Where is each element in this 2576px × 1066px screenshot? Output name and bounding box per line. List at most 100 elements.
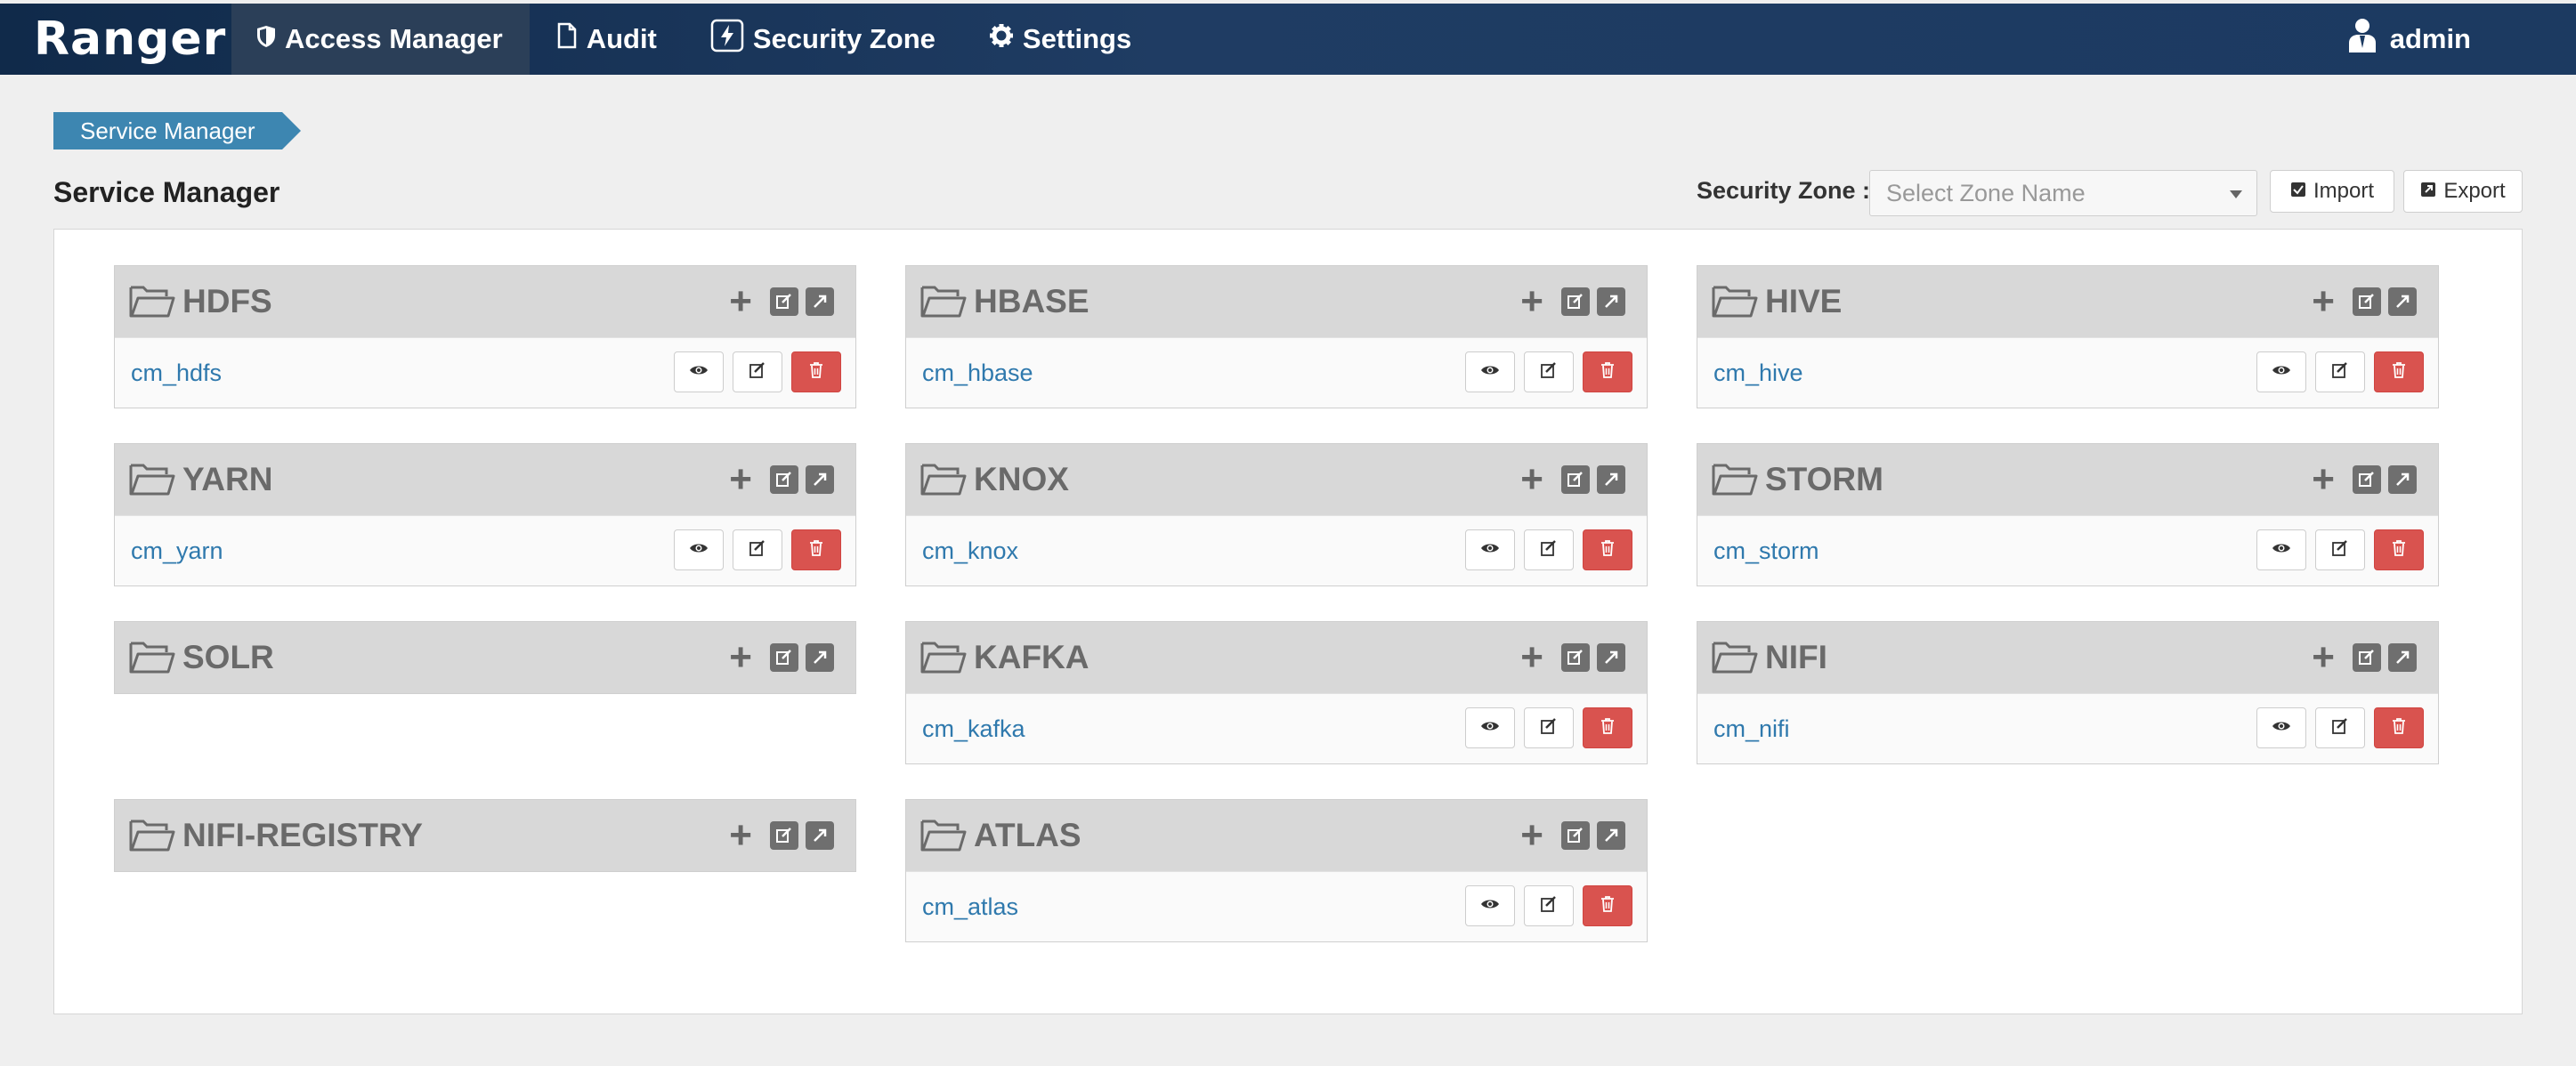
add-service-icon[interactable]: + xyxy=(729,816,752,855)
instance-actions xyxy=(2248,707,2424,748)
delete-button[interactable] xyxy=(1583,351,1632,392)
folder-icon xyxy=(1712,638,1758,678)
edit-button[interactable] xyxy=(1524,707,1574,748)
edit-service-icon[interactable] xyxy=(770,287,798,316)
folder-icon xyxy=(129,282,175,322)
edit-button[interactable] xyxy=(1524,885,1574,926)
add-service-icon[interactable]: + xyxy=(2312,282,2335,321)
edit-service-icon[interactable] xyxy=(770,465,798,494)
view-button[interactable] xyxy=(1465,351,1515,392)
edit-service-icon[interactable] xyxy=(1561,643,1590,672)
service-header-actions: + xyxy=(729,638,834,677)
folder-icon xyxy=(920,460,967,500)
export-service-icon[interactable] xyxy=(2388,643,2417,672)
service-instance-link[interactable]: cm_atlas xyxy=(922,893,1018,921)
delete-button[interactable] xyxy=(2374,707,2424,748)
add-service-icon[interactable]: + xyxy=(2312,460,2335,499)
service-instance-row: cm_atlas xyxy=(906,871,1647,941)
service-type-title: HBASE xyxy=(974,283,1090,319)
view-button[interactable] xyxy=(1465,529,1515,570)
service-instance-link[interactable]: cm_nifi xyxy=(1713,715,1790,743)
edit-icon xyxy=(1540,895,1558,917)
service-instance-link[interactable]: cm_knox xyxy=(922,537,1018,565)
export-service-icon[interactable] xyxy=(1597,465,1625,494)
edit-service-icon[interactable] xyxy=(770,821,798,850)
nav-security-zone[interactable]: Security Zone xyxy=(684,4,962,75)
export-button[interactable]: Export xyxy=(2403,170,2523,213)
view-button[interactable] xyxy=(2256,351,2306,392)
service-instance-link[interactable]: cm_kafka xyxy=(922,715,1025,743)
breadcrumb[interactable]: Service Manager xyxy=(53,112,301,149)
view-button[interactable] xyxy=(674,351,724,392)
delete-button[interactable] xyxy=(791,529,841,570)
add-service-icon[interactable]: + xyxy=(1520,460,1543,499)
service-header-actions: + xyxy=(1520,816,1625,855)
user-menu[interactable]: admin xyxy=(2321,4,2498,75)
add-service-icon[interactable]: + xyxy=(2312,638,2335,677)
edit-button[interactable] xyxy=(2315,351,2365,392)
service-header-actions: + xyxy=(729,460,834,499)
export-service-icon[interactable] xyxy=(2388,465,2417,494)
delete-button[interactable] xyxy=(2374,351,2424,392)
add-service-icon[interactable]: + xyxy=(1520,816,1543,855)
service-instance-link[interactable]: cm_storm xyxy=(1713,537,1819,565)
export-service-icon[interactable] xyxy=(1597,287,1625,316)
security-zone-select[interactable]: Select Zone Name xyxy=(1869,170,2257,216)
add-service-icon[interactable]: + xyxy=(1520,638,1543,677)
service-instance-link[interactable]: cm_hbase xyxy=(922,359,1033,387)
service-instance-link[interactable]: cm_hive xyxy=(1713,359,1803,387)
service-instance-link[interactable]: cm_yarn xyxy=(131,537,223,565)
edit-button[interactable] xyxy=(2315,707,2365,748)
service-header-actions: + xyxy=(2312,460,2417,499)
delete-button[interactable] xyxy=(1583,707,1632,748)
delete-button[interactable] xyxy=(1583,885,1632,926)
view-button[interactable] xyxy=(2256,707,2306,748)
edit-button[interactable] xyxy=(2315,529,2365,570)
view-button[interactable] xyxy=(674,529,724,570)
export-service-icon[interactable] xyxy=(1597,821,1625,850)
export-service-icon[interactable] xyxy=(806,287,834,316)
export-service-icon[interactable] xyxy=(1597,643,1625,672)
import-button[interactable]: Import xyxy=(2270,170,2394,213)
nav-settings[interactable]: Settings xyxy=(962,4,1158,75)
view-button[interactable] xyxy=(1465,707,1515,748)
edit-icon xyxy=(749,361,766,384)
service-card-header: KNOX + xyxy=(906,444,1647,515)
delete-button[interactable] xyxy=(2374,529,2424,570)
delete-button[interactable] xyxy=(1583,529,1632,570)
service-type-title: KNOX xyxy=(974,461,1069,497)
view-button[interactable] xyxy=(2256,529,2306,570)
delete-button[interactable] xyxy=(791,351,841,392)
view-button[interactable] xyxy=(1465,885,1515,926)
export-service-icon[interactable] xyxy=(2388,287,2417,316)
service-type-title: SOLR xyxy=(182,639,274,675)
nav-access-manager[interactable]: Access Manager xyxy=(231,4,530,75)
service-card-header: HBASE + xyxy=(906,266,1647,337)
edit-button[interactable] xyxy=(1524,351,1574,392)
edit-button[interactable] xyxy=(733,351,782,392)
trash-icon xyxy=(2391,361,2407,384)
service-instance-link[interactable]: cm_hdfs xyxy=(131,359,222,387)
nav-audit[interactable]: Audit xyxy=(530,4,684,75)
edit-button[interactable] xyxy=(733,529,782,570)
edit-service-icon[interactable] xyxy=(1561,287,1590,316)
brand-logo[interactable]: Ranger xyxy=(0,12,231,66)
edit-service-icon[interactable] xyxy=(1561,465,1590,494)
export-service-icon[interactable] xyxy=(806,643,834,672)
edit-service-icon[interactable] xyxy=(770,643,798,672)
edit-service-icon[interactable] xyxy=(2353,287,2381,316)
service-card-knox: KNOX + cm_knox xyxy=(905,443,1648,586)
export-service-icon[interactable] xyxy=(806,465,834,494)
edit-button[interactable] xyxy=(1524,529,1574,570)
export-service-icon[interactable] xyxy=(806,821,834,850)
service-card-header: STORM + xyxy=(1697,444,2438,515)
add-service-icon[interactable]: + xyxy=(1520,282,1543,321)
add-service-icon[interactable]: + xyxy=(729,638,752,677)
edit-service-icon[interactable] xyxy=(2353,643,2381,672)
add-service-icon[interactable]: + xyxy=(729,282,752,321)
edit-service-icon[interactable] xyxy=(2353,465,2381,494)
add-service-icon[interactable]: + xyxy=(729,460,752,499)
trash-icon xyxy=(808,361,824,384)
edit-service-icon[interactable] xyxy=(1561,821,1590,850)
instance-actions xyxy=(1456,707,1632,748)
